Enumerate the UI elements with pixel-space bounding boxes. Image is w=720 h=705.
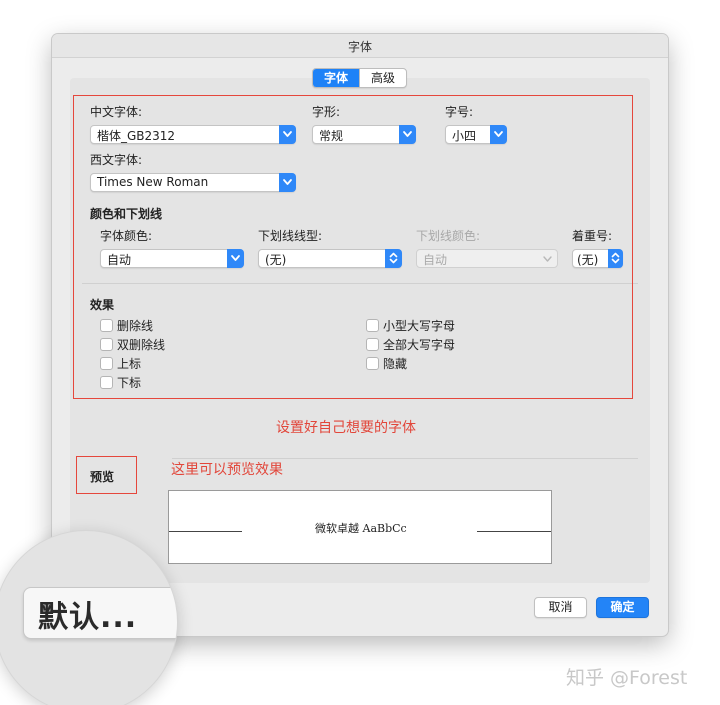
- annotation-set-font: 设置好自己想要的字体: [276, 420, 416, 436]
- preview-baseline-left: [169, 531, 242, 532]
- default-button-label: 默认...: [38, 600, 138, 635]
- preview-label: 预览: [90, 470, 115, 484]
- annotation-frame-options: [73, 95, 633, 399]
- cancel-button[interactable]: 取消: [534, 597, 587, 618]
- tab-font[interactable]: 字体: [313, 69, 359, 87]
- annotation-preview-hint: 这里可以预览效果: [171, 462, 283, 478]
- ok-button[interactable]: 确定: [596, 597, 649, 618]
- preview-baseline-right: [477, 531, 551, 532]
- default-button[interactable]: 默认...: [23, 587, 177, 639]
- tab-advanced[interactable]: 高级: [360, 69, 406, 87]
- preview-box: 微软卓越 AaBbCc: [168, 490, 552, 564]
- zoom-magnifier: 默认...: [0, 530, 178, 705]
- window-title: 字体: [347, 40, 372, 54]
- font-dialog-window: 字体 字体 高级 中文字体: 楷体_GB2312 字形: 常规 字号: 小四 西…: [52, 34, 668, 636]
- watermark: 知乎 @Forest: [566, 667, 688, 689]
- preview-sample-text: 微软卓越 AaBbCc: [315, 522, 407, 535]
- tab-control: 字体 高级: [312, 68, 407, 88]
